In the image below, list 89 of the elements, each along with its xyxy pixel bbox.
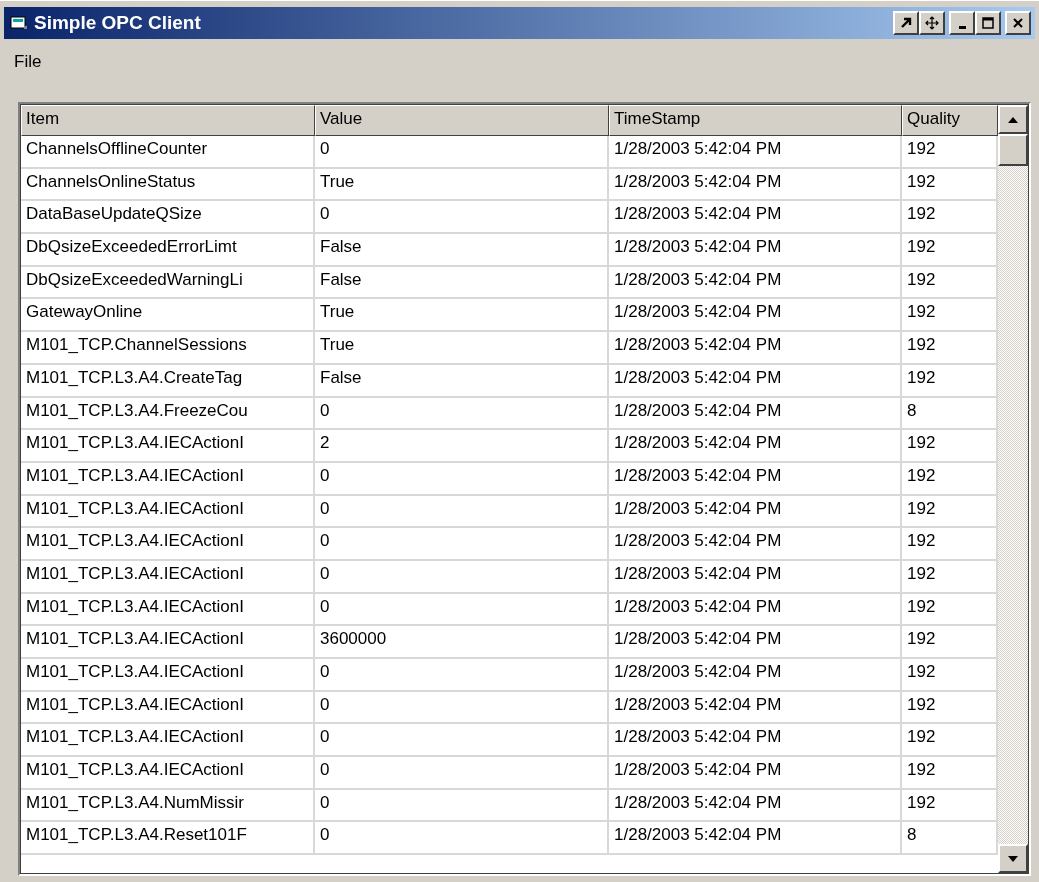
table-cell: M101_TCP.L3.A4.IECActionI (21, 528, 315, 559)
minimize-icon (958, 26, 966, 29)
table-cell: 1/28/2003 5:42:04 PM (609, 462, 902, 494)
table-cell: 1/28/2003 5:42:04 PM (609, 234, 902, 265)
table-cell: M101_TCP.ChannelSessions (21, 332, 315, 363)
table-cell: M101_TCP.L3.A4.IECActionI (21, 593, 315, 625)
table-cell: M101_TCP.L3.A4.IECActionI (21, 495, 315, 527)
table-cell: 1/28/2003 5:42:04 PM (609, 789, 902, 821)
table-cell: 0 (315, 822, 609, 854)
column-header[interactable]: Value (315, 105, 609, 136)
table-cell: 0 (315, 691, 609, 723)
table-cell: M101_TCP.L3.A4.IECActionI (21, 626, 315, 657)
table-cell: 1/28/2003 5:42:04 PM (609, 168, 902, 200)
table-cell: 1/28/2003 5:42:04 PM (609, 266, 902, 298)
table-cell: True (315, 332, 609, 363)
down-triangle-icon (1008, 855, 1018, 862)
table-cell: 0 (315, 789, 609, 821)
table-cell: 0 (315, 757, 609, 788)
table-cell: 1/28/2003 5:42:04 PM (609, 528, 902, 559)
move-icon (925, 16, 939, 30)
pin-arrow-button[interactable] (893, 11, 919, 35)
table-cell: 1/28/2003 5:42:04 PM (609, 691, 902, 723)
table-cell: False (315, 266, 609, 298)
column-header[interactable]: Item (21, 105, 315, 136)
column-header[interactable]: TimeStamp (609, 105, 902, 136)
table-cell: 0 (315, 528, 609, 559)
table-cell: M101_TCP.L3.A4.FreezeCou (21, 397, 315, 429)
arrow-icon (899, 16, 913, 30)
table-cell: 1/28/2003 5:42:04 PM (609, 495, 902, 527)
up-triangle-icon (1008, 116, 1018, 123)
table-cell: DataBaseUpdateQSize (21, 201, 315, 233)
table-cell: False (315, 234, 609, 265)
maximize-button[interactable] (975, 11, 1001, 35)
table-cell: 1/28/2003 5:42:04 PM (609, 136, 902, 167)
table-cell: 1/28/2003 5:42:04 PM (609, 757, 902, 788)
table-cell: 0 (315, 201, 609, 233)
table-cell: 1/28/2003 5:42:04 PM (609, 364, 902, 396)
close-icon (1011, 16, 1025, 30)
table-cell: 0 (315, 659, 609, 690)
table-cell: False (315, 364, 609, 396)
scroll-up-button[interactable] (998, 105, 1028, 134)
close-button[interactable] (1005, 11, 1031, 35)
table-cell: 0 (315, 136, 609, 167)
table-cell: DbQsizeExceededWarningLi (21, 266, 315, 298)
table-cell: 1/28/2003 5:42:04 PM (609, 201, 902, 233)
table-cell: GatewayOnline (21, 299, 315, 331)
window-title: Simple OPC Client (34, 12, 201, 34)
maximize-icon (981, 16, 995, 30)
table-cell: 0 (315, 560, 609, 592)
table-cell: 0 (315, 462, 609, 494)
table-cell: DbQsizeExceededErrorLimt (21, 234, 315, 265)
table-cell: M101_TCP.L3.A4.CreateTag (21, 364, 315, 396)
table-cell: 0 (315, 593, 609, 625)
table-cell: 0 (315, 397, 609, 429)
table-cell: M101_TCP.L3.A4.IECActionI (21, 462, 315, 494)
table-cell: 0 (315, 724, 609, 756)
table-cell: 1/28/2003 5:42:04 PM (609, 332, 902, 363)
table-cell: 2 (315, 430, 609, 461)
table-cell: 1/28/2003 5:42:04 PM (609, 397, 902, 429)
table-cell: 1/28/2003 5:42:04 PM (609, 626, 902, 657)
table-cell: M101_TCP.L3.A4.IECActionI (21, 659, 315, 690)
table-cell: M101_TCP.L3.A4.IECActionI (21, 724, 315, 756)
scroll-down-button[interactable] (998, 844, 1028, 873)
vertical-scrollbar[interactable] (998, 105, 1028, 873)
table-cell: True (315, 168, 609, 200)
table-cell: M101_TCP.L3.A4.Reset101F (21, 822, 315, 854)
column-header[interactable]: Quality (902, 105, 998, 136)
window-icon (10, 15, 28, 31)
table-cell: ChannelsOfflineCounter (21, 136, 315, 167)
table-cell: 0 (315, 495, 609, 527)
table-cell: 1/28/2003 5:42:04 PM (609, 560, 902, 592)
table-cell: M101_TCP.L3.A4.NumMissir (21, 789, 315, 821)
table-cell: M101_TCP.L3.A4.IECActionI (21, 757, 315, 788)
table-cell: 1/28/2003 5:42:04 PM (609, 430, 902, 461)
menu-item[interactable]: File (10, 51, 46, 72)
table-cell: M101_TCP.L3.A4.IECActionI (21, 560, 315, 592)
table-cell: 1/28/2003 5:42:04 PM (609, 659, 902, 690)
table-cell: 1/28/2003 5:42:04 PM (609, 299, 902, 331)
table-cell: 1/28/2003 5:42:04 PM (609, 593, 902, 625)
scroll-thumb[interactable] (998, 134, 1028, 166)
move-button[interactable] (919, 11, 945, 35)
table-cell: True (315, 299, 609, 331)
table-cell: M101_TCP.L3.A4.IECActionI (21, 430, 315, 461)
table-cell: M101_TCP.L3.A4.IECActionI (21, 691, 315, 723)
table-cell: ChannelsOnlineStatus (21, 168, 315, 200)
table-cell: 3600000 (315, 626, 609, 657)
table-cell: 1/28/2003 5:42:04 PM (609, 822, 902, 854)
table-cell: 1/28/2003 5:42:04 PM (609, 724, 902, 756)
minimize-button[interactable] (949, 11, 975, 35)
